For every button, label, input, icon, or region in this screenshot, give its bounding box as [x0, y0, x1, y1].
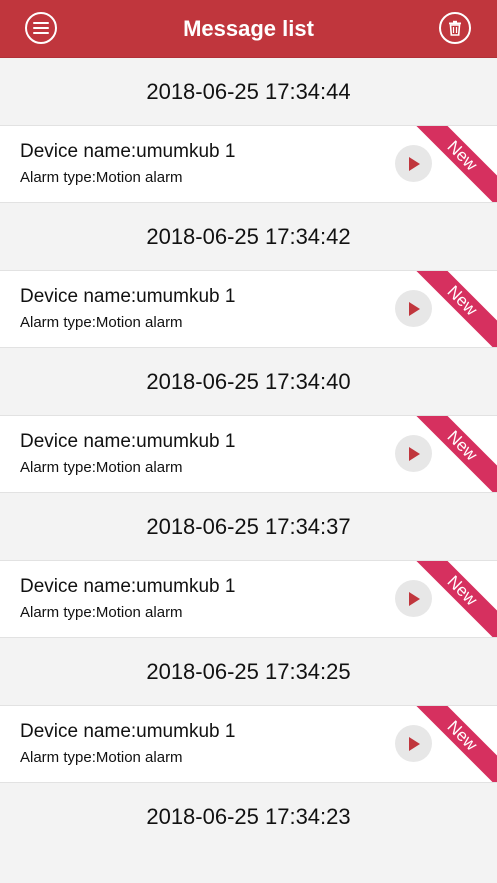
play-button[interactable]: [395, 145, 432, 182]
play-icon: [408, 301, 420, 316]
device-name: Device name:umumkub 1: [20, 431, 236, 452]
timestamp-header: 2018-06-25 17:34:37: [0, 493, 497, 560]
page-title: Message list: [183, 16, 314, 41]
message-list: 2018-06-25 17:34:44 Device name:umumkub …: [0, 58, 497, 850]
timestamp-header: 2018-06-25 17:34:44: [0, 58, 497, 125]
play-icon: [408, 156, 420, 171]
play-button[interactable]: [395, 580, 432, 617]
alarm-type: Alarm type:Motion alarm: [20, 169, 183, 186]
message-item[interactable]: Device name:umumkub 1 Alarm type:Motion …: [0, 270, 497, 348]
play-icon: [408, 446, 420, 461]
play-button[interactable]: [395, 725, 432, 762]
delete-button[interactable]: [439, 12, 471, 44]
play-icon: [408, 736, 420, 751]
alarm-type: Alarm type:Motion alarm: [20, 604, 183, 621]
message-item[interactable]: Device name:umumkub 1 Alarm type:Motion …: [0, 705, 497, 783]
device-name: Device name:umumkub 1: [20, 141, 236, 162]
device-name: Device name:umumkub 1: [20, 286, 236, 307]
play-icon: [408, 591, 420, 606]
top-bar: Message list: [0, 0, 497, 58]
alarm-type: Alarm type:Motion alarm: [20, 314, 183, 331]
timestamp-header: 2018-06-25 17:34:23: [0, 783, 497, 850]
trash-icon: [449, 20, 461, 36]
play-button[interactable]: [395, 435, 432, 472]
alarm-type: Alarm type:Motion alarm: [20, 459, 183, 476]
message-item[interactable]: Device name:umumkub 1 Alarm type:Motion …: [0, 415, 497, 493]
timestamp-header: 2018-06-25 17:34:40: [0, 348, 497, 415]
timestamp-header: 2018-06-25 17:34:25: [0, 638, 497, 705]
timestamp-header: 2018-06-25 17:34:42: [0, 203, 497, 270]
message-item[interactable]: Device name:umumkub 1 Alarm type:Motion …: [0, 125, 497, 203]
alarm-type: Alarm type:Motion alarm: [20, 749, 183, 766]
play-button[interactable]: [395, 290, 432, 327]
message-item[interactable]: Device name:umumkub 1 Alarm type:Motion …: [0, 560, 497, 638]
device-name: Device name:umumkub 1: [20, 576, 236, 597]
app-screen: Message list 2018-06-25 17:34:44 Device …: [0, 0, 497, 883]
device-name: Device name:umumkub 1: [20, 721, 236, 742]
